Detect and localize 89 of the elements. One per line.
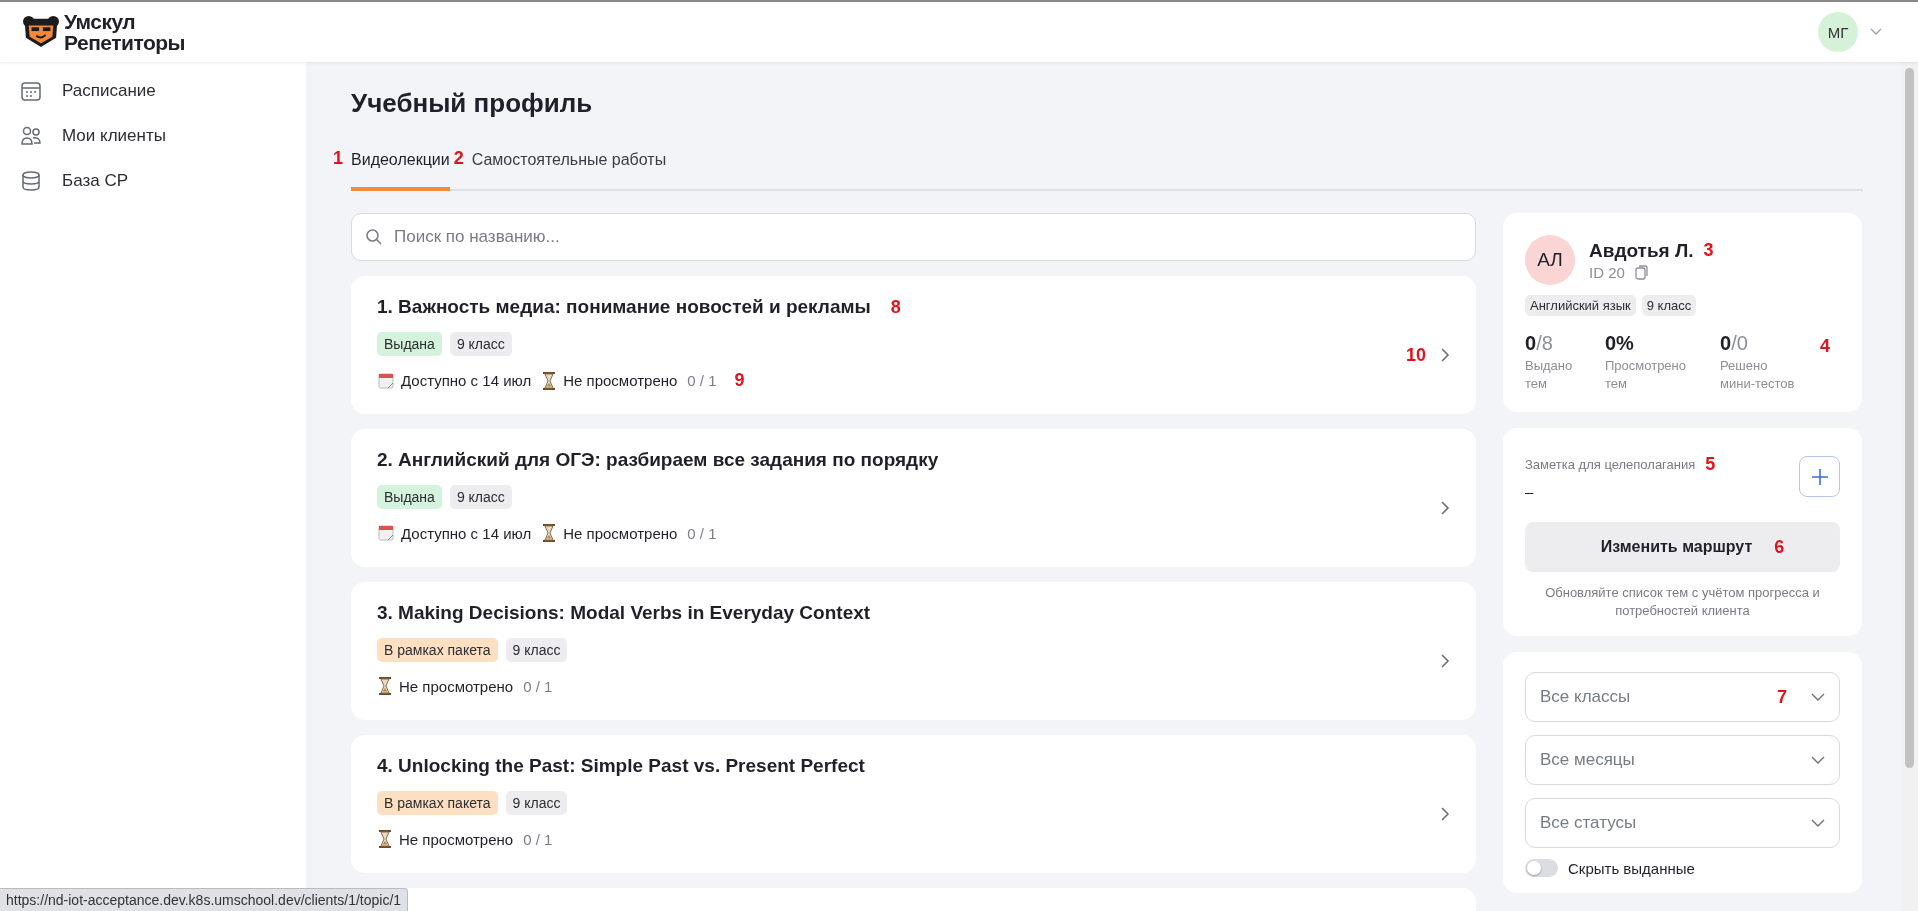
change-route-button[interactable]: Изменить маршрут 6: [1525, 522, 1840, 572]
client-name: Авдотья Л.: [1589, 239, 1694, 262]
annotation-number: 2: [453, 148, 464, 170]
hourglass-icon: [541, 370, 558, 391]
annotation-number: 9: [734, 370, 745, 391]
people-icon: [20, 124, 42, 147]
progress-count: 0 / 1: [523, 830, 553, 848]
link-url-tooltip: https://nd-iot-acceptance.dev.k8s.umschool.dev/clients/1/topic/1: [0, 888, 409, 911]
calendar-icon: [377, 371, 395, 390]
search-field[interactable]: Поиск по названию...: [351, 213, 1476, 261]
grade-tag: 9 класс: [505, 638, 568, 662]
progress-status: Не просмотрено: [399, 830, 514, 848]
topic-title: 2. Английский для ОГЭ: разбираем все задания по порядку: [377, 449, 939, 471]
chevron-down-icon: [1811, 693, 1825, 701]
stat-label: Выдано тем: [1525, 357, 1574, 393]
add-note-button[interactable]: [1799, 456, 1840, 497]
chevron-down-icon: [1811, 756, 1825, 764]
sidebar-item[interactable]: Расписание: [0, 68, 306, 113]
database-icon: [20, 169, 42, 192]
profile-tag: Английский язык: [1525, 295, 1636, 316]
stat-value: 0%: [1605, 332, 1634, 355]
topic-card[interactable]: 2. Английский для ОГЭ: разбираем все задания по порядку Выдана 9 класс Доступно с 14 июл Не просмотрено 0 / 1: [351, 429, 1476, 567]
client-avatar: АЛ: [1525, 235, 1575, 285]
route-hint: Обновляйте список тем с учётом прогресса и потребностей клиента: [1544, 584, 1821, 620]
annotation-number: 1: [333, 148, 343, 170]
annotation-number: 10: [1405, 344, 1426, 366]
status-tag: В рамках пакета: [377, 791, 498, 815]
tab[interactable]: Самостоятельные работы: [471, 143, 667, 191]
sidebar-item[interactable]: База СР: [0, 158, 306, 203]
status-tag: Выдана: [377, 485, 442, 509]
calendar-icon: [377, 524, 395, 542]
progress-status: Не просмотрено: [563, 372, 678, 389]
chevron-right-icon[interactable]: [1440, 806, 1450, 822]
scrollbar[interactable]: [1901, 62, 1918, 911]
annotation-number: 5: [1705, 454, 1716, 475]
page-title: Учебный профиль: [351, 88, 594, 119]
stat-label: Решено мини-тестов: [1720, 357, 1796, 393]
annotation-number: 8: [890, 296, 901, 318]
tab[interactable]: Видеолекции: [351, 143, 450, 191]
chevron-down-icon[interactable]: [1870, 28, 1882, 36]
stat-label: Просмотрено тем: [1605, 357, 1687, 393]
topic-title: 3. Making Decisions: Modal Verbs in Everyday Context: [377, 602, 871, 624]
stat-value: 0/8: [1525, 332, 1553, 355]
user-avatar[interactable]: МГ: [1818, 12, 1858, 52]
sidebar-item[interactable]: Мои клиенты: [0, 113, 306, 158]
progress-count: 0 / 1: [687, 524, 717, 542]
stat-value: 0/0: [1720, 332, 1748, 355]
annotation-number: 3: [1703, 240, 1714, 261]
dropdown-field[interactable]: Все классы 7: [1525, 672, 1840, 722]
client-id: ID 20: [1589, 263, 1625, 281]
status-tag: В рамках пакета: [377, 638, 498, 662]
progress-count: 0 / 1: [687, 372, 717, 389]
grade-tag: 9 класс: [505, 791, 568, 815]
chevron-right-icon[interactable]: [1440, 653, 1450, 669]
search-icon: [365, 228, 383, 246]
calendar-icon: [20, 79, 42, 102]
chevron-down-icon: [1811, 819, 1825, 827]
progress-status: Не просмотрено: [399, 677, 514, 695]
toggle-switch[interactable]: [1525, 859, 1558, 877]
grade-tag: 9 класс: [449, 332, 512, 356]
chevron-right-icon[interactable]: [1440, 347, 1450, 363]
annotation-number: 6: [1774, 536, 1785, 558]
bear-logo-icon[interactable]: [22, 15, 60, 49]
note-label: Заметка для целеполагания: [1525, 457, 1696, 472]
topic-card[interactable]: 4. Unlocking the Past: Simple Past vs. Present Perfect В рамках пакета 9 класс Не просмотрено 0 / 1: [351, 735, 1476, 873]
progress-count: 0 / 1: [523, 677, 553, 695]
progress-status: Не просмотрено: [563, 524, 678, 542]
grade-tag: 9 класс: [449, 485, 512, 509]
topic-title: 4. Unlocking the Past: Simple Past vs. Present Perfect: [377, 755, 865, 777]
annotation-number: 4: [1820, 336, 1830, 358]
logo-text[interactable]: Умскул Репетиторы: [64, 11, 186, 53]
plus-icon: [1810, 467, 1829, 486]
annotation-number: 7: [1777, 686, 1787, 708]
hourglass-icon: [377, 829, 393, 849]
profile-tag: 9 класс: [1641, 295, 1697, 316]
toggle-label: Скрыть выданные: [1568, 859, 1695, 877]
hourglass-icon: [377, 676, 393, 696]
chevron-right-icon[interactable]: [1440, 500, 1450, 516]
topic-card[interactable]: 1. Важность медиа: понимание новостей и рекламы 8 Выдана 9 класс Доступно с 14 июл Не просмотрено 0 / 1 9 10: [351, 276, 1476, 414]
availability-date: Доступно с 14 июл: [401, 372, 532, 389]
status-tag: Выдана: [377, 332, 442, 356]
topic-card[interactable]: 3. Making Decisions: Modal Verbs in Everyday Context В рамках пакета 9 класс Не просмотрено 0 / 1: [351, 582, 1476, 720]
copy-icon[interactable]: [1634, 264, 1648, 280]
topic-title: 1. Важность медиа: понимание новостей и рекламы: [377, 296, 871, 318]
hourglass-icon: [541, 523, 558, 543]
note-value: –: [1525, 483, 1535, 500]
dropdown-field[interactable]: Все статусы: [1525, 798, 1840, 848]
availability-date: Доступно с 14 июл: [401, 524, 532, 542]
dropdown-field[interactable]: Все месяцы: [1525, 735, 1840, 785]
